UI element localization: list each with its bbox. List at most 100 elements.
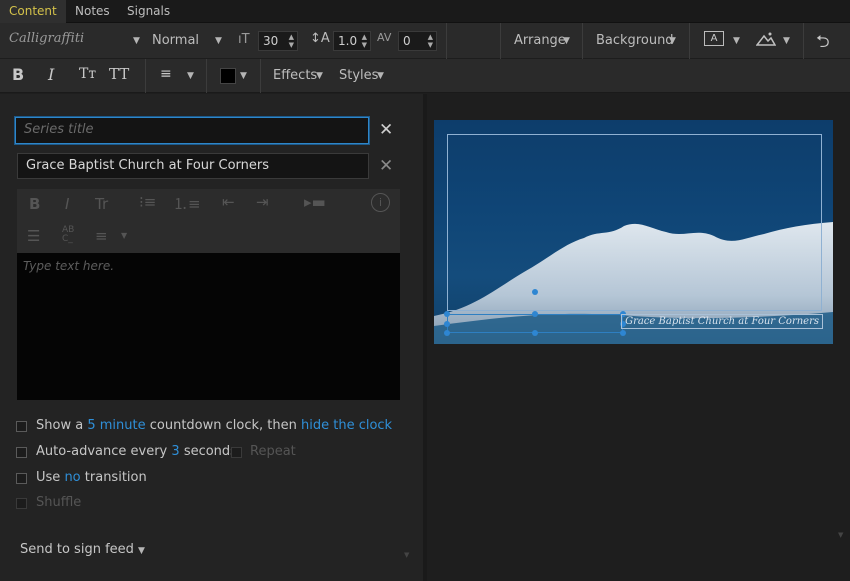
font-size-stepper[interactable]: 30 ▲ ▼ bbox=[258, 31, 298, 51]
rotate-handle[interactable] bbox=[532, 289, 538, 295]
spellcheck-icon[interactable]: AB C_ bbox=[62, 226, 74, 244]
resize-handle[interactable] bbox=[620, 330, 626, 336]
divider bbox=[206, 59, 207, 93]
advance-seconds-link[interactable]: 3 bbox=[171, 444, 179, 459]
small-caps-button[interactable]: Tт bbox=[79, 66, 96, 82]
bullet-list-icon[interactable]: ⁝≡ bbox=[139, 193, 156, 211]
divider bbox=[500, 23, 501, 59]
style-toolbar: B I Tт TT ≡ ▼ ▼ Effects ▼ Styles ▼ bbox=[0, 59, 850, 93]
italic-icon[interactable]: I bbox=[65, 195, 69, 213]
format-toolbar: Calligraffiti ▼ Normal ▼ ıT 30 ▲ ▼ ↕A 1.0… bbox=[0, 23, 850, 59]
arrange-menu[interactable]: Arrange bbox=[514, 33, 566, 48]
shuffle-label: Shuffle bbox=[36, 495, 82, 510]
stepper-arrows-icon[interactable]: ▲ ▼ bbox=[428, 33, 433, 49]
insert-block-icon[interactable]: ▸▬ bbox=[304, 193, 326, 211]
divider bbox=[145, 59, 146, 93]
align-left-icon[interactable]: ≡ bbox=[160, 66, 172, 82]
resize-handle[interactable] bbox=[444, 311, 450, 317]
shuffle-checkbox[interactable] bbox=[16, 498, 27, 509]
background-menu[interactable]: Background bbox=[596, 33, 674, 48]
tab-signals[interactable]: Signals bbox=[118, 0, 179, 23]
close-icon[interactable]: ✕ bbox=[379, 120, 393, 140]
divider bbox=[446, 23, 447, 59]
series-title-input[interactable]: Series title bbox=[15, 117, 369, 144]
advance-suffix: seconds bbox=[183, 444, 237, 459]
slide-caption[interactable]: Grace Baptist Church at Four Corners bbox=[621, 314, 823, 329]
close-icon[interactable]: ✕ bbox=[379, 156, 393, 176]
countdown-option: Show a 5 minute countdown clock, then hi… bbox=[36, 418, 392, 433]
letter-spacing-value: 0 bbox=[403, 34, 411, 48]
font-family-select[interactable]: Calligraffiti bbox=[9, 31, 84, 46]
effects-menu[interactable]: Effects bbox=[273, 68, 317, 83]
panel-divider[interactable] bbox=[423, 94, 427, 581]
info-icon[interactable]: i bbox=[371, 193, 390, 212]
bold-button[interactable]: B bbox=[12, 65, 24, 84]
scroll-down-arrow[interactable]: ▼ bbox=[404, 551, 409, 559]
transition-prefix: Use bbox=[36, 470, 61, 485]
transition-suffix: transition bbox=[84, 470, 147, 485]
chevron-down-icon[interactable]: ▼ bbox=[377, 71, 384, 81]
resize-handle[interactable] bbox=[532, 330, 538, 336]
resize-handle[interactable] bbox=[532, 311, 538, 317]
horizontal-rule-icon[interactable]: ☰ bbox=[27, 227, 40, 245]
line-height-stepper[interactable]: 1.0 ▲ ▼ bbox=[333, 31, 371, 51]
chevron-down-icon[interactable]: ▼ bbox=[215, 36, 222, 46]
undo-icon[interactable]: ⮌ bbox=[816, 29, 830, 58]
letter-spacing-icon: AV bbox=[377, 31, 392, 44]
paragraph-style-icon[interactable]: ≡ bbox=[95, 227, 108, 245]
text-color-swatch[interactable] bbox=[220, 68, 236, 84]
series-title-placeholder: Series title bbox=[24, 122, 94, 137]
countdown-prefix: Show a bbox=[36, 418, 84, 433]
chevron-down-icon[interactable]: ▼ bbox=[783, 36, 790, 46]
styles-menu[interactable]: Styles bbox=[339, 68, 378, 83]
slide-title-input[interactable]: Grace Baptist Church at Four Corners bbox=[17, 153, 369, 179]
text-editor[interactable]: Type text here. bbox=[17, 253, 400, 400]
chevron-down-icon[interactable]: ▼ bbox=[563, 36, 570, 46]
send-label: Send to sign feed bbox=[20, 542, 134, 557]
font-size-value: 30 bbox=[263, 34, 279, 48]
chevron-down-icon[interactable]: ▼ bbox=[240, 71, 247, 81]
all-caps-button[interactable]: TT bbox=[109, 65, 129, 83]
divider bbox=[260, 59, 261, 93]
letter-spacing-stepper[interactable]: 0 ▲ ▼ bbox=[398, 31, 437, 51]
auto-advance-checkbox[interactable] bbox=[16, 447, 27, 458]
chevron-down-icon[interactable]: ▼ bbox=[669, 36, 676, 46]
numbered-list-icon[interactable]: ⒈≡ bbox=[173, 193, 201, 214]
transition-type-link[interactable]: no bbox=[64, 470, 80, 485]
chevron-down-icon[interactable]: ▼ bbox=[187, 71, 194, 81]
tab-content[interactable]: Content bbox=[0, 0, 66, 23]
indent-icon[interactable]: ⇥ bbox=[256, 193, 269, 211]
chevron-down-icon[interactable]: ▼ bbox=[316, 71, 323, 81]
rich-text-toolbar: B I Tr ⁝≡ ⒈≡ ⇤ ⇥ ▸▬ i ☰ AB C_ ≡ ▼ bbox=[17, 189, 400, 253]
transition-checkbox[interactable] bbox=[16, 473, 27, 484]
transition-option: Use no transition bbox=[36, 470, 147, 485]
safe-area-frame bbox=[447, 134, 822, 311]
italic-button[interactable]: I bbox=[48, 65, 54, 84]
bold-icon[interactable]: B bbox=[29, 195, 40, 213]
chevron-down-icon[interactable]: ▼ bbox=[733, 36, 740, 46]
font-weight-select[interactable]: Normal bbox=[152, 33, 199, 48]
countdown-duration-link[interactable]: 5 minute bbox=[87, 418, 145, 433]
line-height-icon: ↕A bbox=[310, 31, 330, 46]
scroll-down-arrow[interactable]: ▼ bbox=[838, 531, 843, 539]
chevron-down-icon[interactable]: ▼ bbox=[121, 231, 127, 240]
resize-handle[interactable] bbox=[444, 321, 450, 327]
tab-notes[interactable]: Notes bbox=[66, 0, 119, 23]
divider bbox=[582, 23, 583, 59]
outdent-icon[interactable]: ⇤ bbox=[222, 193, 235, 211]
countdown-action-link[interactable]: hide the clock bbox=[301, 418, 392, 433]
slide-preview[interactable]: Grace Baptist Church at Four Corners bbox=[434, 120, 833, 344]
auto-advance-option: Auto-advance every 3 seconds bbox=[36, 444, 237, 459]
font-size-icon: ıT bbox=[238, 32, 250, 47]
small-caps-icon[interactable]: Tr bbox=[95, 195, 108, 213]
image-icon[interactable] bbox=[756, 31, 776, 47]
countdown-checkbox[interactable] bbox=[16, 421, 27, 432]
repeat-checkbox[interactable] bbox=[231, 447, 242, 458]
chevron-down-icon[interactable]: ▼ bbox=[133, 36, 140, 46]
line-height-value: 1.0 bbox=[338, 34, 358, 48]
stepper-arrows-icon[interactable]: ▲ ▼ bbox=[289, 33, 294, 49]
resize-handle[interactable] bbox=[444, 330, 450, 336]
send-to-sign-feed-menu[interactable]: Send to sign feed ▼ bbox=[20, 542, 145, 557]
text-box-icon[interactable]: A bbox=[704, 31, 724, 46]
stepper-arrows-icon[interactable]: ▲ ▼ bbox=[362, 33, 367, 49]
